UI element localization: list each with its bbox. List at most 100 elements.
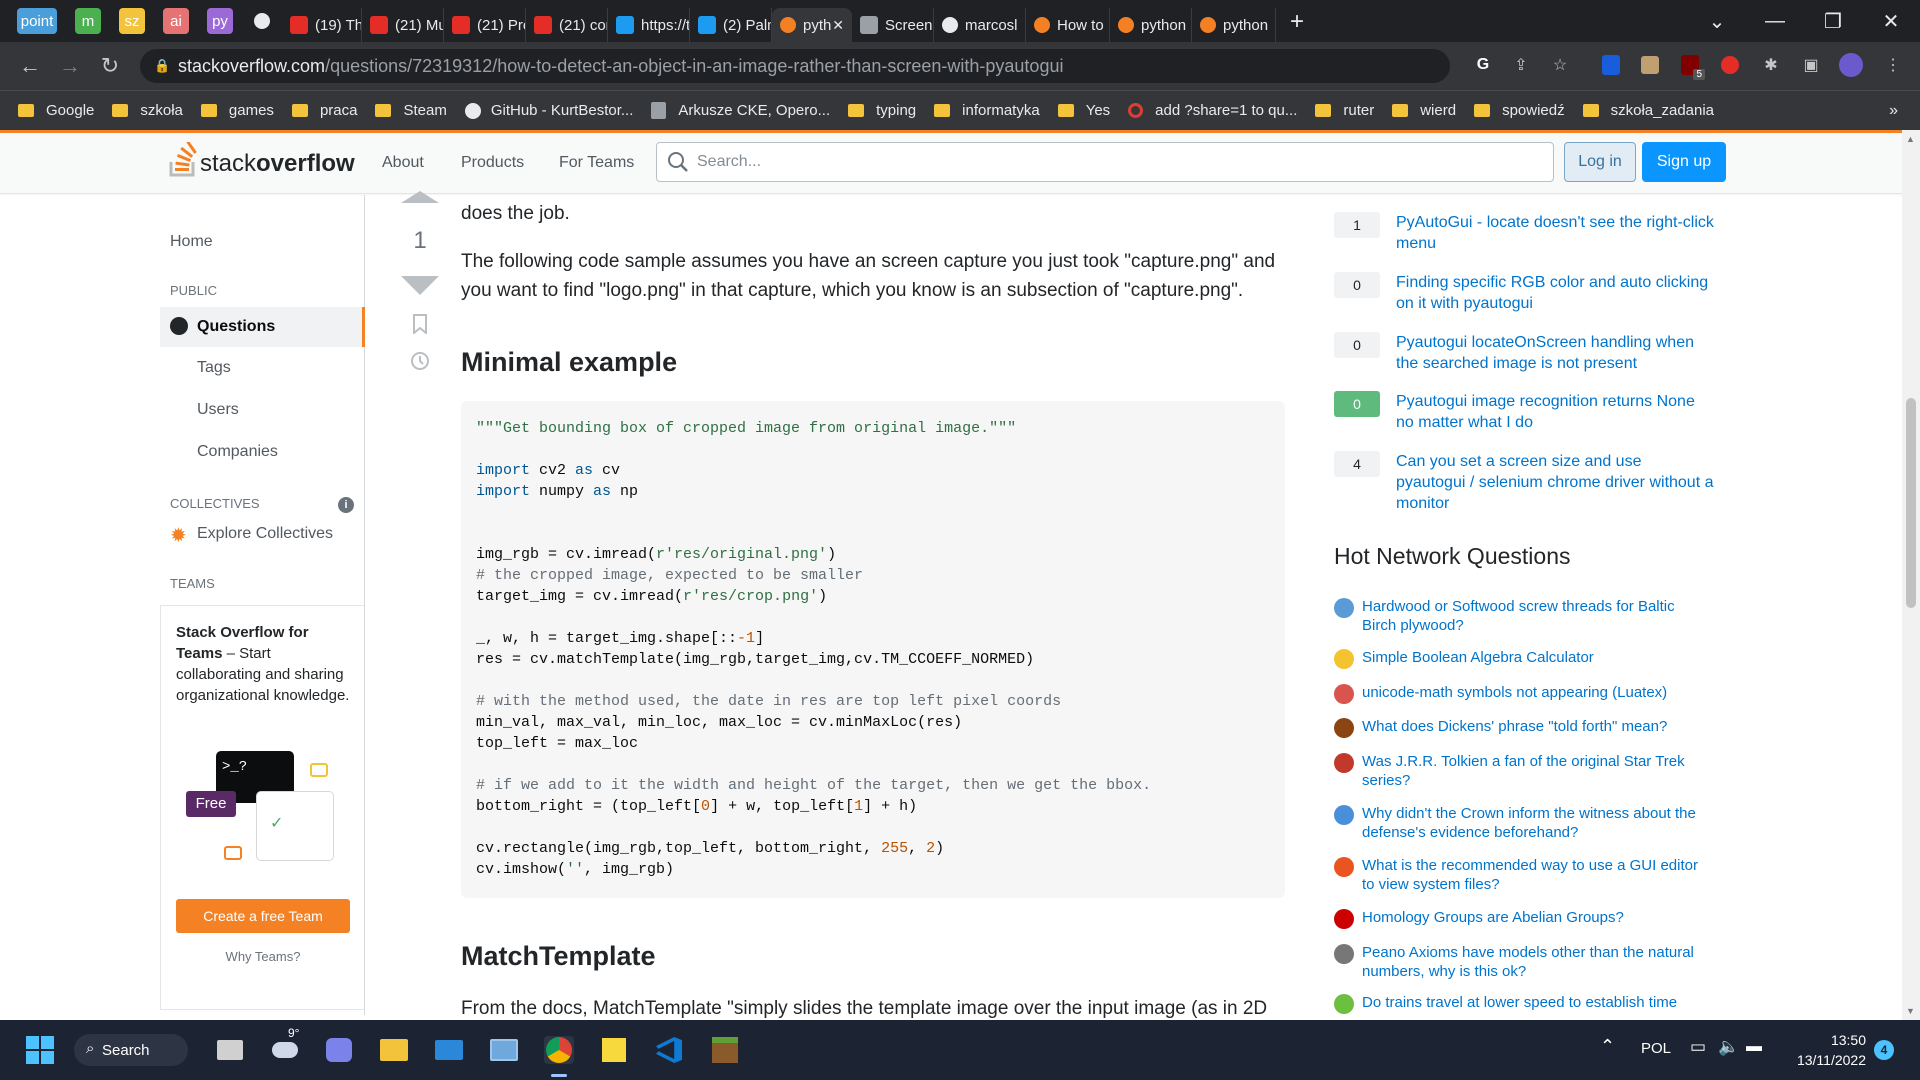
hot-question-link[interactable]: What is the recommended way to use a GUI…	[1362, 856, 1702, 894]
bookmark-icon[interactable]	[400, 314, 440, 339]
browser-tab[interactable]: (21) Mu	[362, 8, 444, 42]
create-team-button[interactable]: Create a free Team	[176, 899, 350, 933]
browser-tab[interactable]: (21) Pro	[444, 8, 526, 42]
nav-home[interactable]: Home	[170, 233, 213, 251]
forward-icon[interactable]: →	[50, 53, 90, 79]
calendar-extension-icon[interactable]	[1637, 52, 1663, 78]
bookmark-item[interactable]: Google	[18, 102, 94, 119]
volume-icon[interactable]: 🔈	[1718, 1037, 1739, 1057]
bitwarden-icon[interactable]	[1598, 52, 1624, 78]
upvote-icon[interactable]	[400, 190, 440, 208]
vscode-icon[interactable]	[654, 1036, 684, 1064]
battery-icon[interactable]: ▬	[1746, 1038, 1762, 1056]
hot-question-link[interactable]: Was J.R.R. Tolkien a fan of the original…	[1362, 752, 1702, 790]
maximize-icon[interactable]: ❐	[1804, 9, 1862, 34]
scroll-up-icon[interactable]: ▲	[1906, 134, 1915, 144]
hot-question-link[interactable]: Why didn't the Crown inform the witness …	[1362, 804, 1702, 842]
nav-tags[interactable]: Tags	[197, 359, 231, 377]
hot-question-link[interactable]: Simple Boolean Algebra Calculator	[1362, 648, 1702, 669]
bookmark-star-icon[interactable]: ☆	[1547, 52, 1573, 78]
hot-question-link[interactable]: unicode-math symbols not appearing (Luat…	[1362, 683, 1702, 704]
login-button[interactable]: Log in	[1564, 142, 1636, 182]
so-logo[interactable]: stack overflow	[168, 142, 355, 178]
related-link[interactable]: Pyautogui image recognition returns None…	[1396, 391, 1714, 433]
why-teams-link[interactable]: Why Teams?	[161, 942, 365, 972]
youtube-extension-icon[interactable]	[1717, 52, 1743, 78]
browser-tab[interactable]: (19) This	[282, 8, 362, 42]
record-icon[interactable]	[254, 13, 270, 29]
sidepanel-icon[interactable]: ▣	[1798, 52, 1824, 78]
nav-questions[interactable]: Questions	[197, 318, 275, 336]
extensions-puzzle-icon[interactable]: ✱	[1758, 52, 1784, 78]
downvote-icon[interactable]	[400, 276, 440, 301]
hot-question-link[interactable]: Peano Axioms have models other than the …	[1362, 943, 1702, 981]
taskbar-search[interactable]: ⌕ Search	[74, 1034, 188, 1066]
input-language[interactable]: POL	[1641, 1040, 1671, 1057]
scroll-down-icon[interactable]: ▼	[1906, 1006, 1915, 1016]
minimize-icon[interactable]: —	[1746, 10, 1804, 33]
nav-products[interactable]: Products	[461, 154, 524, 172]
bookmarks-more-icon[interactable]: »	[1889, 102, 1898, 120]
hot-question-link[interactable]: What does Dickens' phrase "told forth" m…	[1362, 717, 1702, 738]
bookmark-item[interactable]: Steam	[375, 102, 447, 119]
notification-badge[interactable]: 4	[1874, 1040, 1894, 1060]
ublock-icon[interactable]: 5	[1677, 52, 1705, 80]
browser-menu-icon[interactable]: ⋮	[1880, 52, 1906, 78]
code-block[interactable]: """Get bounding box of cropped image fro…	[461, 401, 1285, 898]
bookmark-item[interactable]: GitHub - KurtBestor...	[464, 102, 633, 119]
browser-tab[interactable]: (2) Palm	[690, 8, 772, 42]
related-question[interactable]: 0 Pyautogui image recognition returns Non…	[1334, 391, 1714, 433]
hot-question[interactable]: Hardwood or Softwood screw threads for B…	[1334, 597, 1714, 635]
related-question[interactable]: 4 Can you set a screen size and use pyaut…	[1334, 451, 1714, 514]
hot-question[interactable]: Peano Axioms have models other than the …	[1334, 943, 1714, 981]
chrome-icon[interactable]	[544, 1036, 574, 1064]
teams-chat-icon[interactable]	[324, 1036, 354, 1064]
performance-monitor-icon[interactable]	[489, 1036, 519, 1064]
related-question[interactable]: 0 Finding specific RGB color and auto cli…	[1334, 272, 1714, 314]
file-explorer-icon[interactable]	[379, 1036, 409, 1064]
scrollbar-thumb[interactable]	[1906, 398, 1916, 608]
nav-for-teams[interactable]: For Teams	[559, 154, 634, 172]
profile-avatar-icon[interactable]	[1838, 52, 1864, 78]
pinned-tab[interactable]: py	[207, 8, 233, 34]
nav-companies[interactable]: Companies	[197, 443, 278, 461]
address-bar[interactable]: 🔒 stackoverflow.com/questions/72319312/h…	[140, 49, 1450, 83]
related-link[interactable]: Can you set a screen size and use pyauto…	[1396, 451, 1714, 514]
close-tab-icon[interactable]: ✕	[832, 17, 844, 34]
pinned-tab[interactable]: point	[17, 8, 57, 34]
bookmark-item[interactable]: typing	[848, 102, 916, 119]
minecraft-icon[interactable]	[710, 1036, 740, 1064]
bookmark-item[interactable]: games	[200, 102, 274, 119]
bookmark-item[interactable]: add ?share=1 to qu...	[1128, 102, 1297, 119]
related-link[interactable]: Finding specific RGB color and auto clic…	[1396, 272, 1714, 314]
bookmark-item[interactable]: praca	[291, 102, 357, 119]
hot-question[interactable]: Do trains travel at lower speed to estab…	[1334, 993, 1714, 1014]
tray-overflow-icon[interactable]: ⌃	[1600, 1036, 1615, 1057]
browser-tab[interactable]: python	[1110, 8, 1192, 42]
related-link[interactable]: Pyautogui locateOnScreen handling when t…	[1396, 332, 1714, 374]
start-icon[interactable]	[26, 1036, 54, 1064]
pinned-tab[interactable]: sz	[119, 8, 145, 34]
nav-users[interactable]: Users	[197, 401, 239, 419]
mail-icon[interactable]	[434, 1036, 464, 1064]
bookmark-item[interactable]: szkoła_zadania	[1582, 102, 1714, 119]
related-question[interactable]: 1 PyAutoGui - locate doesn't see the righ…	[1334, 212, 1714, 254]
weather-icon[interactable]: 9°	[270, 1026, 300, 1064]
bookmark-item[interactable]: spowiedź	[1474, 102, 1565, 119]
info-icon[interactable]: i	[338, 497, 354, 513]
browser-tab[interactable]: (21) cor	[526, 8, 608, 42]
bookmark-item[interactable]: informatyka	[934, 102, 1040, 119]
hot-question[interactable]: What is the recommended way to use a GUI…	[1334, 856, 1714, 894]
pinned-tab[interactable]: m	[75, 8, 101, 34]
hot-question[interactable]: Why didn't the Crown inform the witness …	[1334, 804, 1714, 842]
browser-tab[interactable]: marcosl	[934, 8, 1026, 42]
browser-tab[interactable]: How to	[1026, 8, 1110, 42]
back-icon[interactable]: ←	[10, 53, 50, 79]
signup-button[interactable]: Sign up	[1642, 142, 1726, 182]
task-view-icon[interactable]	[215, 1036, 245, 1064]
hot-question-link[interactable]: Hardwood or Softwood screw threads for B…	[1362, 597, 1702, 635]
nav-explore-collectives[interactable]: Explore Collectives	[197, 525, 333, 543]
hot-question-link[interactable]: Do trains travel at lower speed to estab…	[1362, 993, 1702, 1014]
hot-question[interactable]: Was J.R.R. Tolkien a fan of the original…	[1334, 752, 1714, 790]
hot-question-link[interactable]: Homology Groups are Abelian Groups?	[1362, 908, 1702, 929]
